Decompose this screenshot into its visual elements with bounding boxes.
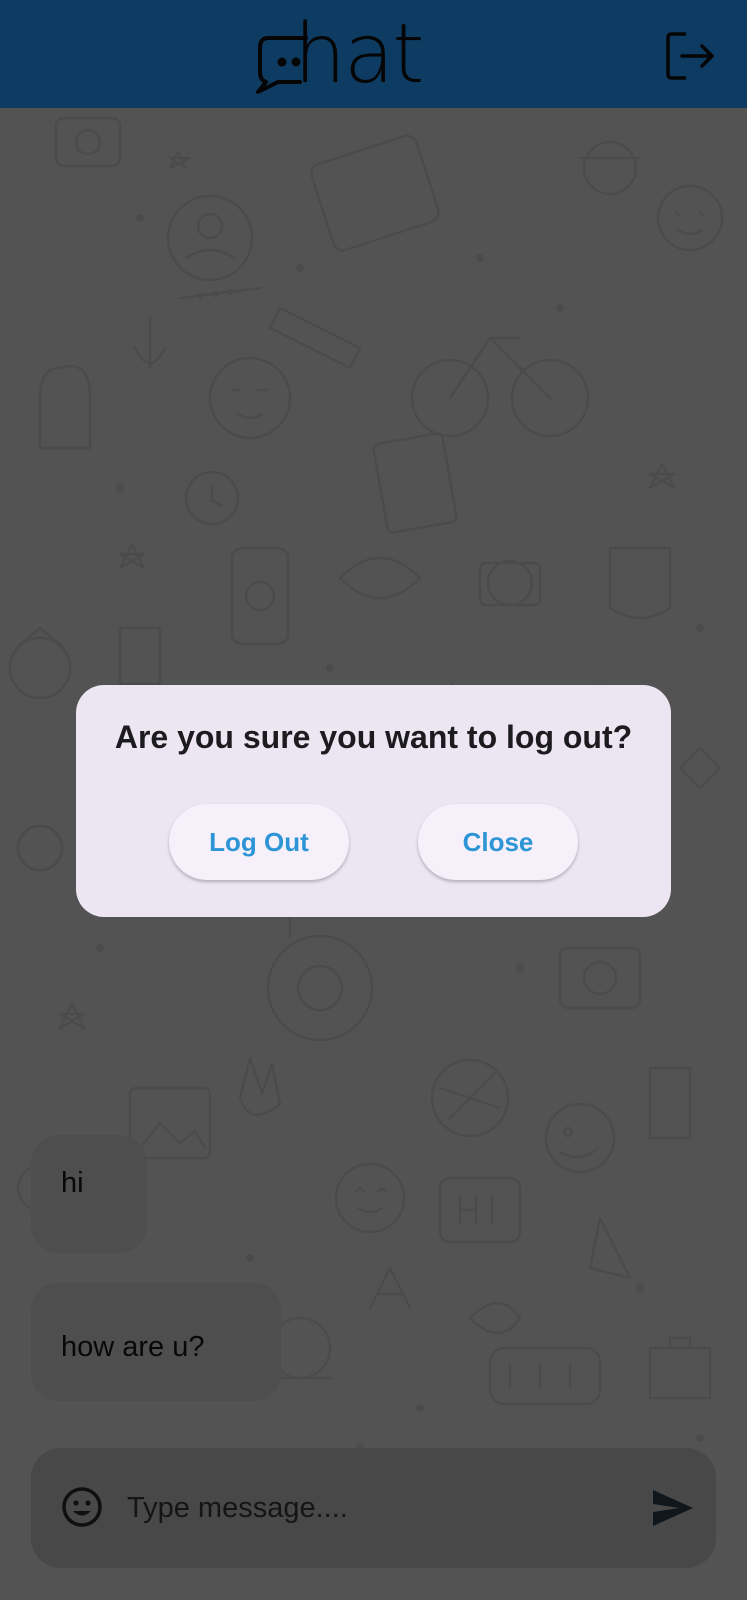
chat-screen: hat xyxy=(0,0,747,1600)
logout-dialog: Are you sure you want to log out? Log Ou… xyxy=(76,685,671,917)
close-button[interactable]: Close xyxy=(418,804,578,880)
logout-button[interactable]: Log Out xyxy=(169,804,349,880)
dialog-title: Are you sure you want to log out? xyxy=(114,719,633,755)
